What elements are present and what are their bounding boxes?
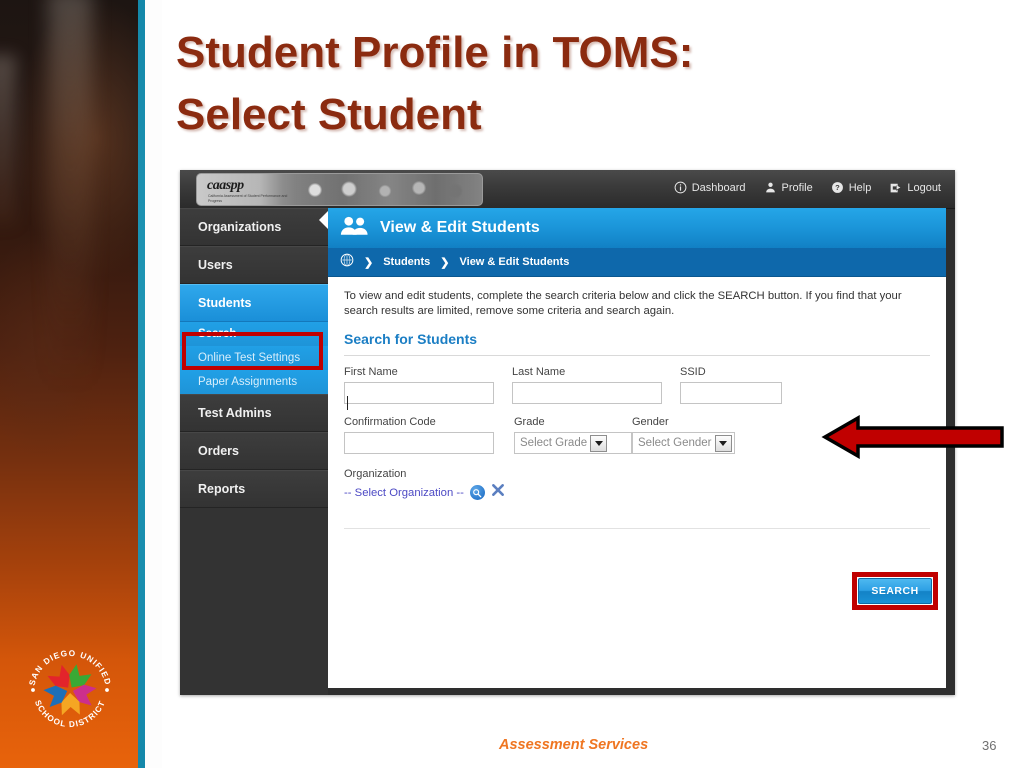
first-name-label: First Name: [344, 366, 398, 378]
page-number: 36: [982, 738, 997, 753]
organization-selector-row: -- Select Organization --: [344, 483, 930, 502]
sidebar-item-test-admins-label: Test Admins: [198, 406, 272, 420]
white-gutter: [145, 0, 162, 768]
san-diego-unified-logo: SAN DIEGO UNIFIED SCHOOL DISTRICT: [20, 640, 120, 740]
sidebar-item-organizations-label: Organizations: [198, 220, 282, 234]
breadcrumb-separator-1: ❯: [364, 256, 374, 269]
page-title-line-2: Select Student: [176, 89, 482, 139]
field-organization: Organization -- Select Organization --: [328, 466, 946, 502]
page-title-line-1: Student Profile in TOMS:: [176, 28, 694, 77]
ssid-label: SSID: [680, 366, 706, 378]
caaspp-tagline: California Assessment of Student Perform…: [208, 194, 288, 203]
form-bottom-divider: [344, 528, 930, 529]
breadcrumb: ❯ Students ❯ View & Edit Students: [328, 248, 946, 277]
field-grade: Grade Select Grade: [514, 416, 632, 454]
field-ssid: SSID: [680, 366, 782, 404]
field-gender: Gender Select Gender: [632, 416, 735, 454]
nav-profile[interactable]: Profile: [764, 181, 813, 194]
sidebar-subitem-search-label: Search: [198, 328, 237, 340]
nav-logout[interactable]: Logout: [889, 181, 941, 194]
field-confirmation-code: Confirmation Code: [344, 416, 514, 454]
field-last-name: Last Name: [512, 366, 680, 404]
info-circle-icon: [674, 181, 687, 194]
last-name-input[interactable]: [512, 382, 662, 404]
person-icon: [764, 181, 777, 194]
nav-profile-label: Profile: [781, 181, 813, 194]
sidebar-item-students-label: Students: [198, 296, 252, 310]
nav-help[interactable]: ? Help: [831, 181, 872, 194]
breadcrumb-separator-2: ❯: [440, 256, 450, 269]
grade-select-value: Select Grade: [520, 437, 588, 449]
teal-accent-line: [138, 0, 145, 768]
app-sidebar: Organizations Users Students Search Onli…: [180, 208, 328, 695]
last-name-label: Last Name: [512, 366, 566, 378]
nav-logout-label: Logout: [907, 181, 941, 194]
caaspp-logo-text: caaspp: [207, 178, 244, 193]
intro-instructions: To view and edit students, complete the …: [344, 290, 902, 317]
sidebar-subitem-online-test-settings-label: Online Test Settings: [198, 352, 301, 364]
search-button-area: SEARCH: [852, 572, 938, 610]
search-for-students-heading: Search for Students: [344, 331, 478, 347]
breadcrumb-item-view-edit-students: View & Edit Students: [459, 256, 570, 268]
breadcrumb-home-icon[interactable]: [340, 253, 354, 272]
first-name-input[interactable]: [344, 382, 494, 404]
chevron-down-icon: [714, 434, 732, 452]
nav-help-label: Help: [848, 181, 872, 194]
gender-label: Gender: [632, 416, 669, 428]
nav-dashboard-label: Dashboard: [691, 181, 746, 194]
field-first-name: First Name: [344, 366, 512, 404]
sidebar-item-reports-label: Reports: [198, 482, 246, 496]
search-button[interactable]: SEARCH: [858, 578, 932, 604]
sidebar-subitem-paper-assignments[interactable]: Paper Assignments: [180, 370, 328, 394]
form-row-1: First Name Last Name SSID: [344, 366, 930, 404]
sidebar-subitem-online-test-settings[interactable]: Online Test Settings: [180, 346, 328, 370]
footer-label: Assessment Services: [499, 737, 649, 753]
breadcrumb-item-students[interactable]: Students: [383, 256, 430, 268]
submenu-pointer-icon: [319, 211, 328, 229]
text-caret: [347, 396, 348, 410]
clear-x-icon[interactable]: [491, 483, 505, 502]
confirmation-code-input[interactable]: [344, 432, 494, 454]
sidebar-subitem-search[interactable]: Search: [180, 211, 328, 346]
ssid-input[interactable]: [680, 382, 782, 404]
app-top-bar: caaspp California Assessment of Student …: [180, 170, 955, 209]
sidebar-item-test-admins[interactable]: Test Admins: [180, 394, 328, 432]
page-title: Student Profile in TOMS: Select Student: [176, 22, 876, 145]
content-title: View & Edit Students: [380, 219, 540, 236]
svg-text:SAN DIEGO UNIFIED: SAN DIEGO UNIFIED: [27, 648, 114, 687]
sidebar-item-orders-label: Orders: [198, 444, 239, 458]
select-organization-link[interactable]: -- Select Organization --: [344, 487, 464, 499]
sidebar-subitem-paper-assignments-label: Paper Assignments: [198, 376, 298, 388]
sidebar-item-orders[interactable]: Orders: [180, 432, 328, 470]
sidebar-item-organizations[interactable]: Organizations: [180, 208, 328, 246]
magnifier-icon[interactable]: [469, 485, 485, 500]
sidebar-item-users-label: Users: [198, 258, 233, 272]
red-arrow-annotation: [820, 414, 1005, 460]
people-icon: [340, 215, 368, 242]
side-image-highlight: [48, 0, 92, 390]
question-circle-icon: ?: [831, 181, 844, 194]
content-header: View & Edit Students: [328, 208, 946, 248]
grade-select[interactable]: Select Grade: [514, 432, 632, 454]
sidebar-item-reports[interactable]: Reports: [180, 470, 328, 508]
top-navigation: Dashboard Profile ? Help Logout: [674, 181, 941, 194]
organization-label: Organization: [344, 468, 407, 480]
chevron-down-icon: [590, 434, 608, 452]
gender-select[interactable]: Select Gender: [632, 432, 735, 454]
caaspp-brand-banner[interactable]: caaspp California Assessment of Student …: [196, 173, 483, 206]
sidebar-item-users[interactable]: Users: [180, 246, 328, 284]
brand-student-photos: [297, 174, 482, 205]
grade-label: Grade: [514, 416, 545, 428]
confirmation-code-label: Confirmation Code: [344, 416, 436, 428]
logo-arc-top: SAN DIEGO UNIFIED: [27, 648, 113, 687]
side-image-highlight-2: [0, 55, 16, 225]
sidebar-item-students[interactable]: Students: [180, 284, 328, 322]
gender-select-value: Select Gender: [638, 437, 712, 449]
nav-dashboard[interactable]: Dashboard: [674, 181, 746, 194]
svg-text:?: ?: [835, 183, 840, 192]
logout-icon: [889, 181, 902, 194]
